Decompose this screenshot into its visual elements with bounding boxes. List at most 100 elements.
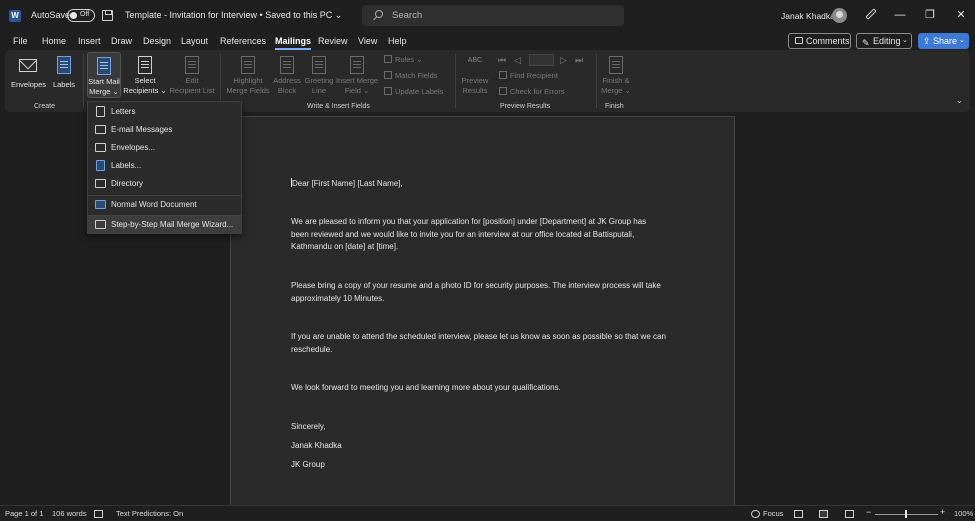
menu-item-mail-merge-wizard[interactable]: Step-by-Step Mail Merge Wizard... <box>88 216 241 234</box>
tab-insert[interactable]: Insert <box>78 36 101 46</box>
edit-recipient-label-2: Recipient List <box>169 86 215 95</box>
tab-help[interactable]: Help <box>388 36 407 46</box>
preview-results-button[interactable]: ABC Preview Results <box>459 56 491 96</box>
doc-closing[interactable]: Sincerely, <box>291 420 326 433</box>
page-count[interactable]: Page 1 of 1 <box>5 509 43 518</box>
directory-icon <box>95 179 106 188</box>
tab-references[interactable]: References <box>220 36 266 46</box>
word-count[interactable]: 106 words <box>52 509 87 518</box>
editing-mode-button[interactable]: ✎ Editing ⌄ <box>856 33 912 49</box>
update-labels-button[interactable]: Update Labels <box>384 87 443 96</box>
save-icon[interactable] <box>102 10 113 21</box>
doc-paragraph-2-line-2[interactable]: approximately 10 Minutes. <box>291 292 384 305</box>
document-title[interactable]: Template - Invitation for Interview • Sa… <box>125 10 342 21</box>
read-mode-icon[interactable] <box>794 510 803 518</box>
address-block-button[interactable]: Address Block <box>272 56 302 96</box>
tab-home[interactable]: Home <box>42 36 66 46</box>
doc-paragraph-1-line-3[interactable]: Kathmandu on [date] at [time]. <box>291 240 398 253</box>
abc-preview-icon: ABC <box>467 57 483 64</box>
greeting-label-2: Line <box>311 86 327 95</box>
minimize-button[interactable]: — <box>894 9 906 21</box>
comments-button[interactable]: Comments <box>788 33 851 49</box>
previous-record-icon[interactable]: ◁ <box>514 55 521 66</box>
tab-draw[interactable]: Draw <box>111 36 132 46</box>
select-recipients-label-1: Select <box>134 76 156 85</box>
labels-button[interactable]: Labels <box>51 56 77 90</box>
rules-button[interactable]: Rules ⌄ <box>384 55 423 64</box>
zoom-in-button[interactable]: + <box>940 507 945 517</box>
menu-item-normal-word-document[interactable]: Normal Word Document <box>88 196 241 214</box>
email-icon <box>95 125 106 134</box>
finish-label-1: Finish & <box>602 76 630 85</box>
doc-paragraph-3-line-2[interactable]: reschedule. <box>291 343 332 356</box>
finish-merge-button[interactable]: Finish & Merge ⌄ <box>599 56 633 96</box>
preview-label-2: Results <box>462 86 488 95</box>
tab-review[interactable]: Review <box>318 36 348 46</box>
ribbon-divider <box>596 54 597 108</box>
doc-greeting[interactable]: Dear [First Name] [Last Name], <box>291 177 403 190</box>
ribbon-divider <box>83 54 84 108</box>
tab-file[interactable]: File <box>13 36 28 46</box>
first-record-icon[interactable]: ⏮ <box>498 55 506 66</box>
doc-signer[interactable]: Janak Khadka <box>291 439 342 452</box>
close-button[interactable]: ✕ <box>955 9 967 21</box>
doc-paragraph-4[interactable]: We look forward to meeting you and learn… <box>291 381 561 394</box>
focus-button[interactable]: Focus <box>763 509 783 518</box>
match-fields-label: Match Fields <box>395 71 438 80</box>
tab-view[interactable]: View <box>358 36 377 46</box>
edit-recipient-label-1: Edit <box>185 76 199 85</box>
start-mail-merge-dropdown: Letters E-mail Messages Envelopes... Lab… <box>87 101 242 234</box>
share-label: Share <box>933 36 958 46</box>
tab-layout[interactable]: Layout <box>181 36 208 46</box>
user-name[interactable]: Janak Khadka <box>781 11 835 21</box>
envelopes-button[interactable]: Envelopes <box>11 56 46 90</box>
menu-item-labels[interactable]: Labels... <box>88 157 241 175</box>
check-errors-button[interactable]: Check for Errors <box>499 87 565 96</box>
avatar[interactable] <box>832 8 847 23</box>
greeting-label-1: Greeting <box>304 76 334 85</box>
search-input[interactable]: Search <box>362 5 624 26</box>
tab-design[interactable]: Design <box>143 36 171 46</box>
labels-label: Labels <box>52 80 76 89</box>
designer-pen-icon[interactable] <box>865 8 877 20</box>
proofing-icon[interactable] <box>94 510 103 518</box>
highlight-label-1: Highlight <box>233 76 263 85</box>
edit-pen-icon: ✎ <box>862 38 870 48</box>
zoom-slider-thumb[interactable] <box>905 510 907 518</box>
insert-merge-field-button[interactable]: Insert Merge Field ⌄ <box>335 56 379 96</box>
menu-item-directory[interactable]: Directory <box>88 175 241 193</box>
mail-merge-icon <box>97 57 111 75</box>
chevron-down-icon: ⌄ <box>902 37 908 44</box>
text-predictions[interactable]: Text Predictions: On <box>116 509 183 518</box>
edit-recipient-list-button[interactable]: Edit Recipient List <box>169 56 215 96</box>
doc-paragraph-3-line-1[interactable]: If you are unable to attend the schedule… <box>291 330 666 343</box>
doc-paragraph-2-line-1[interactable]: Please bring a copy of your resume and a… <box>291 279 661 292</box>
doc-company[interactable]: JK Group <box>291 458 325 471</box>
next-record-icon[interactable]: ▷ <box>560 55 567 66</box>
last-record-icon[interactable]: ⏭ <box>575 55 583 66</box>
zoom-level[interactable]: 100% <box>954 509 973 518</box>
match-fields-button[interactable]: Match Fields <box>384 71 438 80</box>
start-mail-merge-button[interactable]: Start Mail Merge ⌄ <box>87 52 121 98</box>
tab-mailings[interactable]: Mailings <box>275 36 312 50</box>
letter-icon <box>96 106 105 117</box>
share-button[interactable]: ⇪ Share ⌄ <box>918 33 969 49</box>
edit-list-icon <box>185 56 199 74</box>
select-recipients-button[interactable]: Select Recipients ⌄ <box>123 56 167 96</box>
autosave-toggle[interactable]: Off <box>67 9 95 22</box>
find-recipient-button[interactable]: Find Recipient <box>499 71 558 80</box>
restore-button[interactable]: ❐ <box>924 9 936 21</box>
menu-item-letters[interactable]: Letters <box>88 103 241 121</box>
doc-paragraph-1-line-1[interactable]: We are pleased to inform you that your a… <box>291 215 646 228</box>
greeting-line-button[interactable]: Greeting Line <box>303 56 335 96</box>
highlight-merge-fields-button[interactable]: Highlight Merge Fields <box>225 56 271 96</box>
normal-document-icon <box>95 200 106 209</box>
web-layout-icon[interactable] <box>845 510 854 518</box>
record-number-input[interactable] <box>529 54 554 66</box>
print-layout-icon[interactable] <box>819 510 828 518</box>
menu-item-email-messages[interactable]: E-mail Messages <box>88 121 241 139</box>
match-fields-icon <box>384 71 392 79</box>
collapse-ribbon-icon[interactable]: ⌄ <box>956 96 963 105</box>
menu-item-envelopes[interactable]: Envelopes... <box>88 139 241 157</box>
zoom-out-button[interactable]: − <box>866 507 871 517</box>
